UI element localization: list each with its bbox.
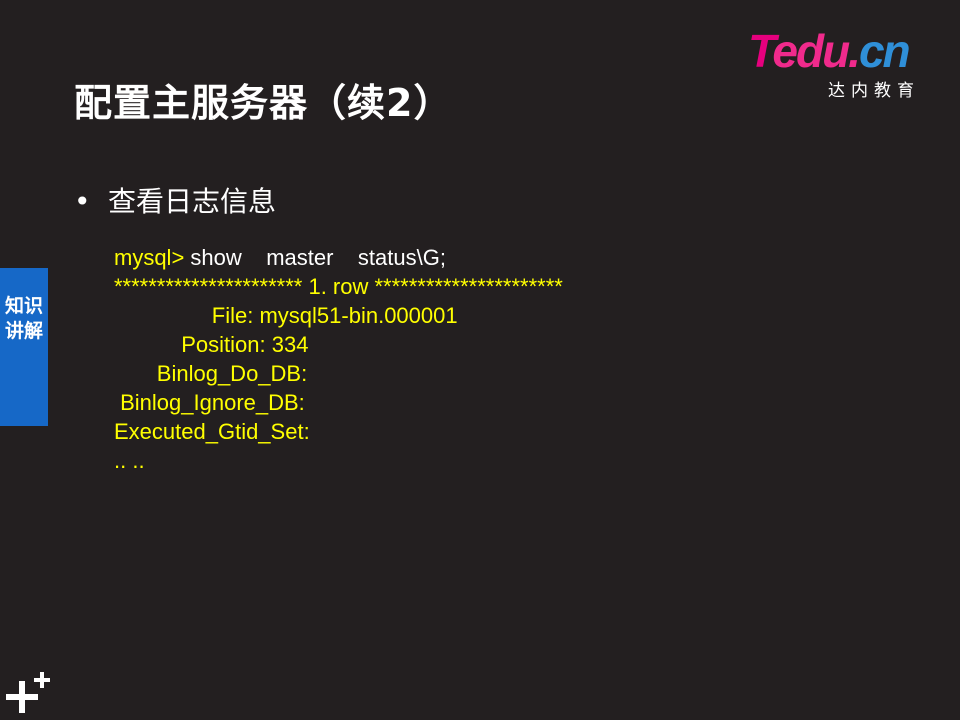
- logo-subtitle: 达内教育: [828, 81, 920, 101]
- logo-cn: cn: [858, 25, 911, 77]
- side-tab-label: 知识讲解: [4, 295, 43, 342]
- code-line: Position: 334: [114, 332, 309, 357]
- bullet-item: • 查看日志信息: [74, 180, 276, 220]
- code-prompt: mysql>: [114, 245, 185, 270]
- slide-title: 配置主服务器（续2）: [74, 81, 453, 125]
- plus-plus-icon: [6, 672, 50, 713]
- code-command: show master status\G;: [184, 245, 446, 270]
- code-line: File: mysql51-bin.000001: [114, 303, 458, 328]
- bullet-dot-icon: •: [74, 185, 91, 218]
- tedu-logo: Tedu.cn 达内教育: [748, 25, 938, 101]
- side-tab-knowledge: 知识讲解: [0, 268, 48, 426]
- logo-edu: edu.: [772, 25, 861, 77]
- code-line: Binlog_Ignore_DB:: [114, 390, 305, 415]
- bullet-text: 查看日志信息: [108, 185, 277, 218]
- slide: 配置主服务器（续2） Tedu.cn 达内教育 • 查看日志信息 知识讲解 mys…: [0, 0, 960, 720]
- logo-letter-t: T: [748, 25, 774, 77]
- code-line: .. ..: [114, 448, 145, 473]
- code-line: ********************** 1. row **********…: [114, 274, 563, 299]
- code-command-line: mysql> show master status\G;: [114, 243, 563, 272]
- code-line: Binlog_Do_DB:: [114, 361, 308, 386]
- code-block: mysql> show master status\G; ***********…: [114, 243, 563, 475]
- code-line: Executed_Gtid_Set:: [114, 419, 310, 444]
- logo-wordmark: Tedu.cn: [748, 25, 911, 77]
